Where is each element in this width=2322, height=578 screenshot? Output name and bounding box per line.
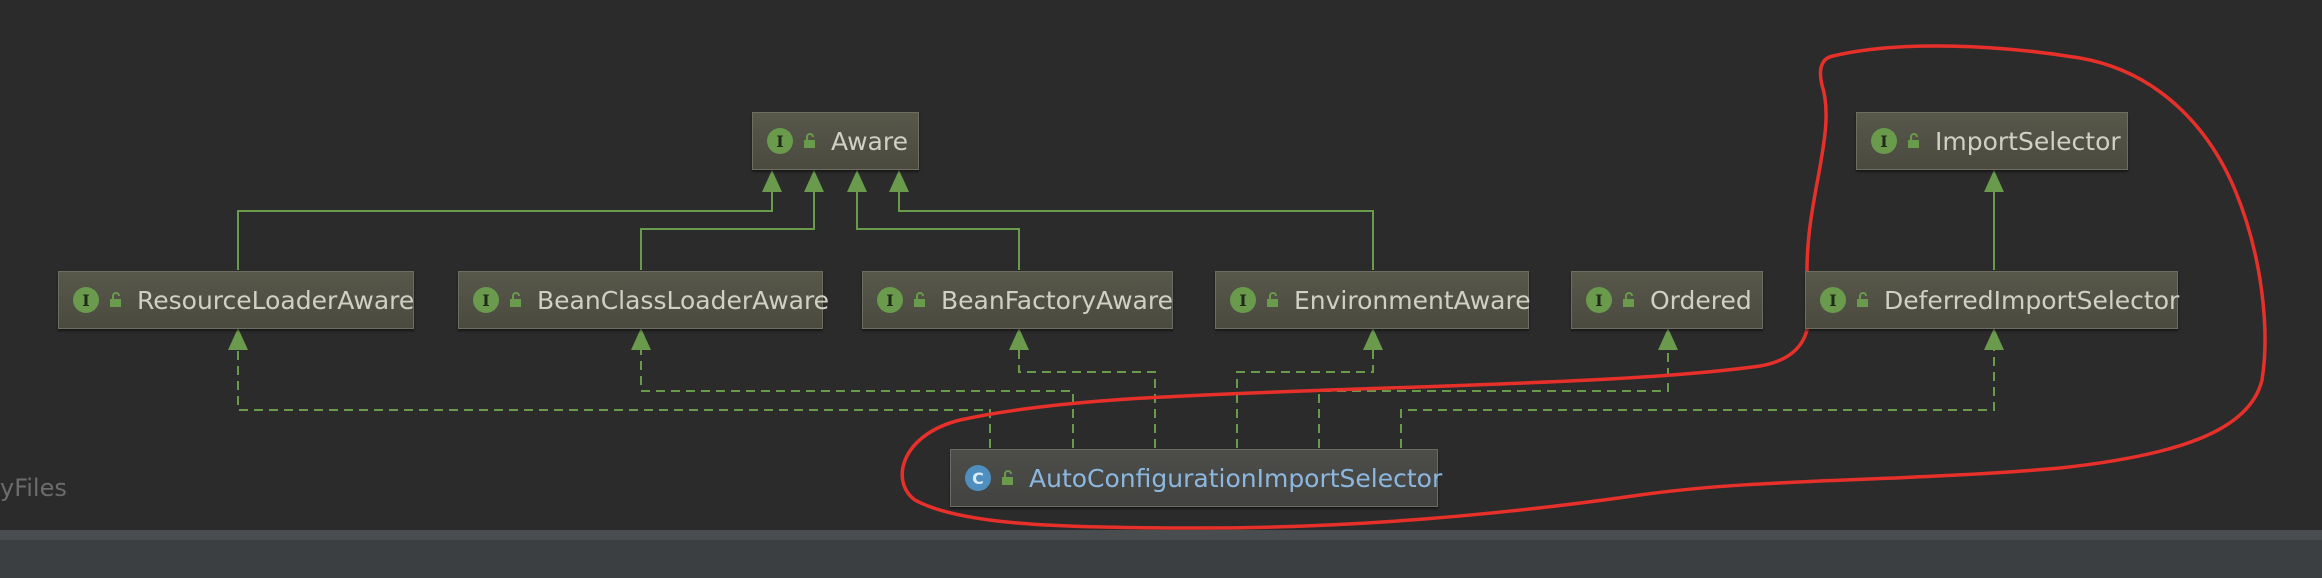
edge-environmentaware-to-aware — [898, 172, 1374, 270]
edge-resourceloaderaware-to-aware — [237, 172, 773, 270]
node-beanclassloaderaware[interactable]: I BeanClassLoaderAware — [458, 271, 829, 329]
node-label: Ordered — [1650, 285, 1752, 315]
arrowhead-aware-1 — [762, 170, 782, 192]
node-deferredimportselector[interactable]: I DeferredImportSelector — [1805, 271, 2180, 329]
node-beanfactoryaware[interactable]: I BeanFactoryAware — [862, 271, 1173, 329]
public-access-icon — [509, 292, 523, 308]
node-label: Aware — [831, 126, 908, 156]
edge-impl-beanclassloaderaware — [640, 330, 1074, 448]
interface-icon: I — [1586, 287, 1612, 313]
arrowhead-aware-4 — [889, 170, 909, 192]
public-access-icon — [1856, 292, 1870, 308]
arrowhead-environmentaware — [1363, 328, 1383, 350]
edge-beanclassloaderaware-to-aware — [640, 172, 815, 270]
node-label: ResourceLoaderAware — [137, 285, 415, 315]
arrowhead-importselector — [1984, 170, 2004, 192]
interface-icon: I — [73, 287, 99, 313]
arrowhead-aware-2 — [804, 170, 824, 192]
interface-icon: I — [1820, 287, 1846, 313]
implements-arrowheads — [228, 328, 2004, 350]
public-access-icon — [1001, 470, 1015, 486]
public-access-icon — [109, 292, 123, 308]
public-access-icon — [803, 133, 817, 149]
node-label: BeanFactoryAware — [941, 285, 1173, 315]
node-autoconfigurationimportselector[interactable]: C AutoConfigurationImportSelector — [950, 449, 1442, 507]
arrowhead-ordered — [1658, 328, 1678, 350]
node-label: EnvironmentAware — [1294, 285, 1531, 315]
arrowhead-aware-3 — [847, 170, 867, 192]
node-label: DeferredImportSelector — [1884, 285, 2180, 315]
interface-icon: I — [767, 128, 793, 154]
interface-icon: I — [1871, 128, 1897, 154]
node-label: AutoConfigurationImportSelector — [1029, 463, 1443, 493]
diagram-canvas: I Aware I ImportSelector I ResourceLoade… — [0, 0, 2322, 578]
node-aware[interactable]: I Aware — [752, 112, 919, 170]
edge-impl-deferredimportselector — [1400, 330, 1995, 448]
public-access-icon — [1266, 292, 1280, 308]
node-label: BeanClassLoaderAware — [537, 285, 830, 315]
node-environmentaware[interactable]: I EnvironmentAware — [1215, 271, 1531, 329]
edge-impl-beanfactoryaware — [1018, 330, 1156, 448]
edge-impl-resourceloaderaware — [237, 330, 991, 448]
extends-edges — [237, 172, 1995, 270]
arrowhead-beanclassloaderaware — [631, 328, 651, 350]
status-bar — [0, 530, 2322, 578]
node-label: ImportSelector — [1935, 126, 2121, 156]
edge-beanfactoryaware-to-aware — [856, 172, 1020, 270]
arrowhead-resourceloaderaware — [228, 328, 248, 350]
interface-icon: I — [473, 287, 499, 313]
node-importselector[interactable]: I ImportSelector — [1856, 112, 2128, 170]
public-access-icon — [1622, 292, 1636, 308]
interface-icon: I — [1230, 287, 1256, 313]
interface-icon: I — [877, 287, 903, 313]
yfiles-watermark: yFiles — [0, 474, 67, 502]
node-resourceloaderaware[interactable]: I ResourceLoaderAware — [58, 271, 414, 329]
arrowhead-deferredimportselector — [1984, 328, 2004, 350]
class-icon: C — [965, 465, 991, 491]
node-ordered[interactable]: I Ordered — [1571, 271, 1763, 329]
implements-edges — [237, 330, 1995, 448]
arrowhead-beanfactoryaware — [1009, 328, 1029, 350]
public-access-icon — [913, 292, 927, 308]
public-access-icon — [1907, 133, 1921, 149]
